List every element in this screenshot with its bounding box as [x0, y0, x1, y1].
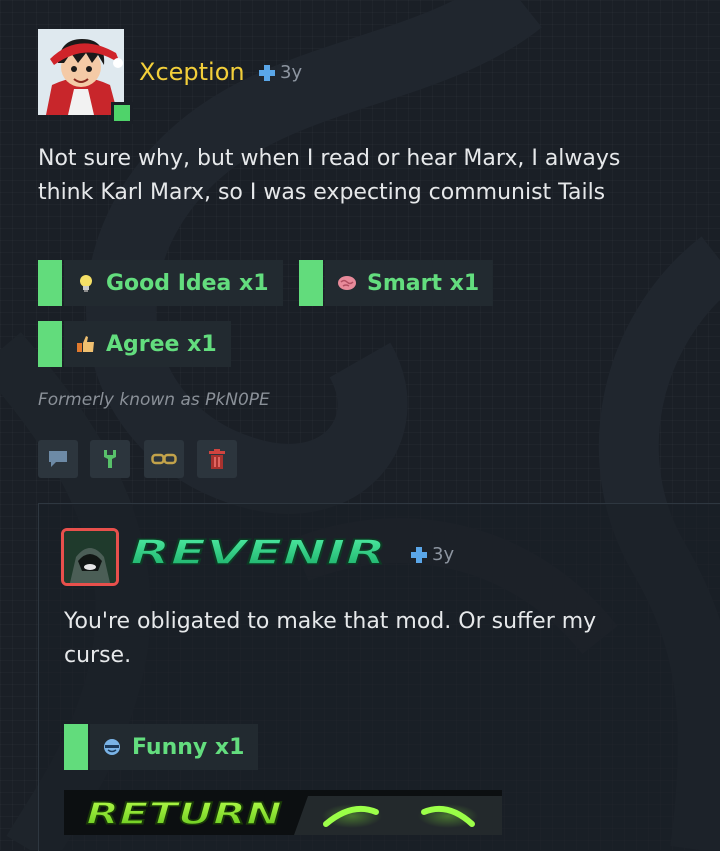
post-time: 3y	[280, 62, 303, 83]
reaction-label: Good Idea x1	[106, 270, 269, 296]
reaction-label: Funny x1	[132, 734, 245, 760]
link-button[interactable]	[144, 440, 184, 478]
post-body-line: think Karl Marx, so I was expecting comm…	[38, 180, 606, 205]
signature-banner: RETURN	[64, 790, 502, 835]
post-body-line: Not sure why, but when I read or hear Ma…	[38, 146, 621, 171]
post-meta: 3y	[258, 62, 302, 83]
post-body: Not sure why, but when I read or hear Ma…	[38, 142, 620, 210]
author-name[interactable]: Xception	[139, 58, 245, 86]
reaction-bar	[38, 321, 62, 367]
reaction-label: Agree x1	[106, 331, 217, 357]
brain-icon	[338, 276, 356, 290]
reaction-smart[interactable]: Smart x1	[299, 260, 494, 306]
reaction-pill: Funny x1	[90, 724, 259, 770]
comment-icon	[49, 451, 67, 467]
forum-post: Xception 3y Not sure why, but when I rea…	[0, 0, 720, 851]
reply-meta: 3y	[410, 544, 454, 565]
wrench-icon	[104, 450, 116, 468]
edit-button[interactable]	[90, 440, 130, 478]
trash-icon	[209, 449, 225, 469]
reaction-pill: Good Idea x1	[64, 260, 283, 306]
reaction-funny[interactable]: Funny x1	[64, 724, 259, 770]
reaction-bar	[38, 260, 62, 306]
banner-text: RETURN	[86, 797, 282, 832]
online-status-indicator	[111, 102, 133, 124]
lightbulb-icon	[80, 275, 92, 292]
smile-icon	[104, 739, 120, 755]
reply-author-name[interactable]: REVENIR	[128, 532, 390, 576]
plus-icon	[259, 64, 275, 81]
reply-author-text: REVENIR	[130, 533, 386, 572]
reaction-agree[interactable]: Agree x1	[38, 321, 231, 367]
reply-body-line: curse.	[64, 643, 132, 668]
reply-user-avatar[interactable]	[61, 528, 119, 586]
reaction-pill: Agree x1	[64, 321, 231, 367]
reply-button[interactable]	[38, 440, 78, 478]
reply-body-line: You're obligated to make that mod. Or su…	[64, 609, 597, 634]
user-signature: Formerly known as PkN0PE	[38, 390, 270, 410]
delete-button[interactable]	[197, 440, 237, 478]
reaction-good-idea[interactable]: Good Idea x1	[38, 260, 283, 306]
reaction-bar	[299, 260, 323, 306]
reaction-pill: Smart x1	[325, 260, 494, 306]
plus-icon	[411, 546, 427, 563]
reply-body: You're obligated to make that mod. Or su…	[64, 605, 596, 673]
thumbs-up-icon	[77, 336, 94, 352]
reaction-label: Smart x1	[367, 270, 480, 296]
link-icon	[151, 453, 177, 465]
reaction-bar	[64, 724, 88, 770]
reply-time: 3y	[432, 544, 455, 565]
